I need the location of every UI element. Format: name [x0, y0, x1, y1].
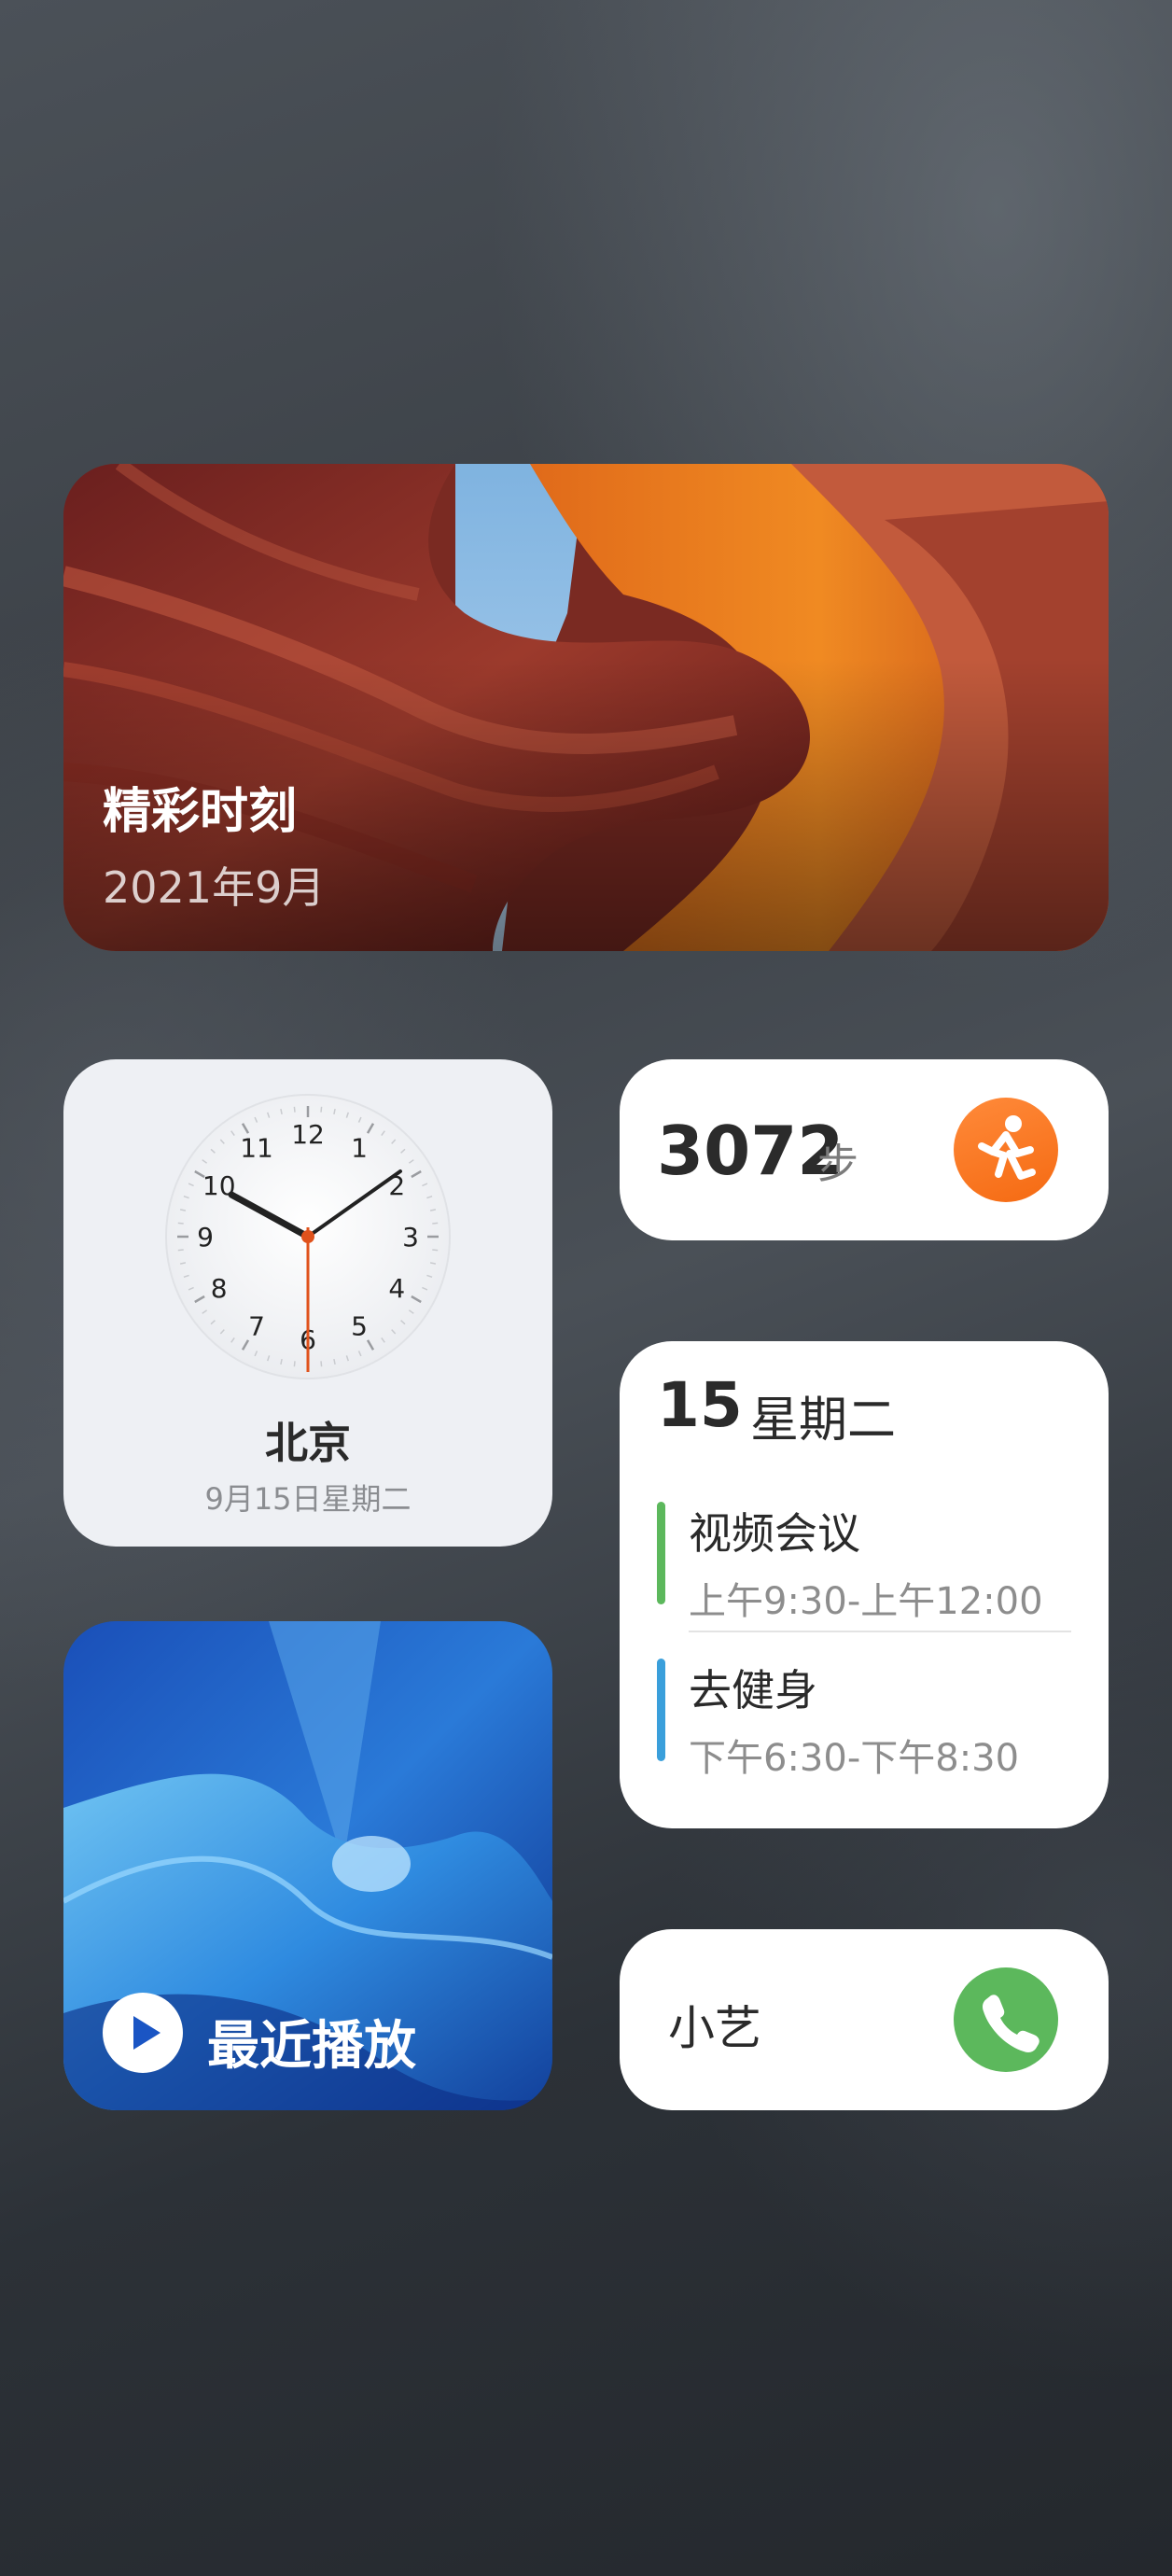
step-count: 3072 — [657, 1112, 844, 1190]
event-divider — [689, 1631, 1071, 1632]
clock-numeral: 9 — [197, 1222, 214, 1253]
clock-numeral: 8 — [211, 1273, 228, 1304]
contact-widget[interactable]: 小艺 — [620, 1929, 1109, 2110]
clock-widget[interactable]: 121234567891011 北京 9月15日星期二 — [63, 1059, 552, 1547]
event-title[interactable]: 视频会议 — [689, 1500, 860, 1561]
calendar-weekday: 星期二 — [750, 1393, 897, 1449]
clock-tick — [432, 1249, 439, 1252]
play-icon — [133, 2016, 160, 2050]
clock-city: 北京 — [265, 1418, 351, 1468]
clock-numeral: 3 — [402, 1222, 419, 1253]
clock-tick — [320, 1106, 323, 1113]
clock-date: 9月15日星期二 — [204, 1481, 412, 1517]
clock-tick — [177, 1249, 184, 1252]
event-time: 上午9:30-上午12:00 — [689, 1580, 1043, 1623]
recent-play-label: 最近播放 — [207, 2016, 416, 2077]
photo-widget[interactable]: 精彩时刻 2021年9月 — [63, 464, 1109, 951]
contact-name: 小艺 — [668, 2001, 761, 2055]
running-icon — [978, 1115, 1036, 1180]
clock-numeral: 12 — [291, 1119, 325, 1150]
clock-center — [301, 1230, 314, 1243]
event-time: 下午6:30-下午8:30 — [689, 1737, 1020, 1780]
running-icon-button[interactable] — [954, 1098, 1058, 1202]
calendar-widget[interactable]: 15 星期二 视频会议 上午9:30-上午12:00 去健身 下午6:30-下午… — [620, 1341, 1109, 1828]
clock-tick — [293, 1361, 296, 1367]
clock-tick — [293, 1106, 296, 1113]
call-button[interactable] — [954, 1967, 1058, 2072]
event-color-bar — [657, 1502, 665, 1604]
clock-numeral: 5 — [351, 1310, 368, 1341]
event-title[interactable]: 去健身 — [689, 1657, 817, 1718]
clock-tick — [432, 1222, 439, 1225]
recent-music-widget[interactable]: 最近播放 — [63, 1621, 552, 2110]
phone-icon — [983, 1995, 1039, 2052]
photo-subtitle: 2021年9月 — [103, 862, 326, 913]
analog-clock: 121234567891011 — [165, 1094, 451, 1379]
clock-numeral: 4 — [388, 1273, 405, 1304]
clock-numeral: 1 — [351, 1133, 368, 1164]
steps-widget[interactable]: 3072 步 — [620, 1059, 1109, 1240]
clock-tick — [320, 1361, 323, 1367]
clock-numeral: 7 — [248, 1310, 265, 1341]
clock-tick — [177, 1222, 184, 1225]
play-button[interactable] — [103, 1993, 183, 2073]
clock-numeral: 11 — [240, 1133, 273, 1164]
step-unit: 步 — [817, 1141, 858, 1188]
photo-title: 精彩时刻 — [103, 784, 298, 840]
calendar-day: 15 — [657, 1369, 743, 1441]
event-color-bar — [657, 1659, 665, 1761]
